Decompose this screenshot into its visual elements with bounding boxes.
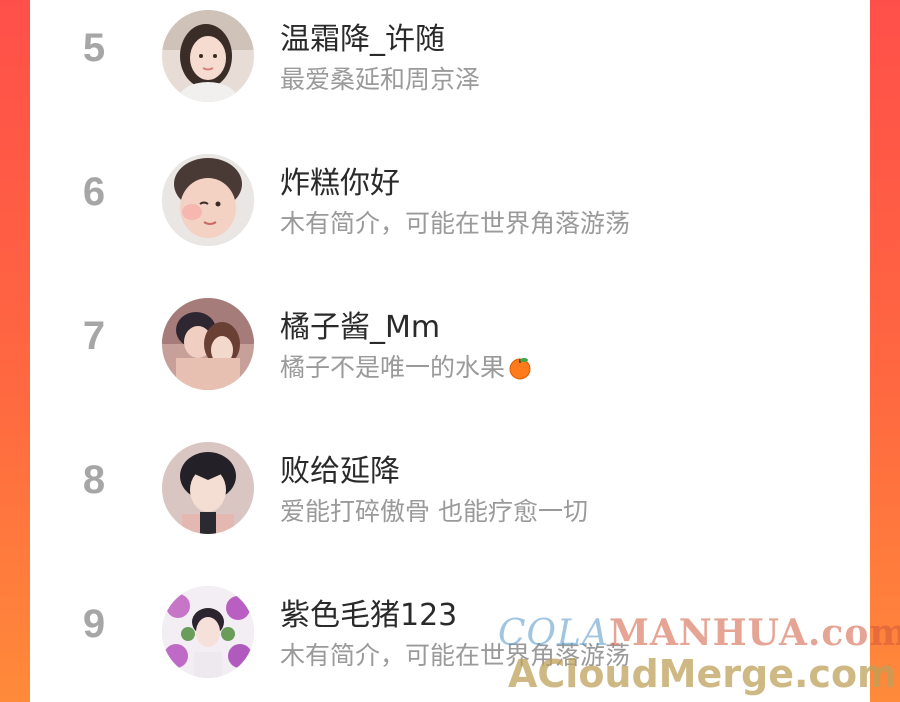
- watermark-part-a: COLA: [498, 613, 609, 654]
- watermark-part-b: MANHUA.com: [608, 612, 900, 654]
- watermark-colamanhua: COLAMANHUA.com: [498, 612, 900, 654]
- user-bio: 橘子不是唯一的水果: [280, 348, 533, 386]
- avatar[interactable]: [162, 586, 254, 678]
- list-item[interactable]: 7 橘子酱_Mm 橘子不是唯一的水果: [30, 288, 870, 390]
- rank-number: 5: [82, 26, 106, 70]
- rank-number: 6: [82, 170, 106, 214]
- user-name[interactable]: 紫色毛猪123: [280, 590, 457, 634]
- user-name[interactable]: 温霜降_许随: [280, 14, 445, 58]
- watermark-acloudmerge: ACloudMerge.com: [508, 652, 897, 696]
- avatar[interactable]: [162, 442, 254, 534]
- avatar[interactable]: [162, 10, 254, 102]
- list-item[interactable]: 8 败给延降 爱能打碎傲骨 也能疗愈一切: [30, 432, 870, 534]
- user-bio: 爱能打碎傲骨 也能疗愈一切: [280, 497, 588, 526]
- list-item[interactable]: 5 温霜降_许随 最爱桑延和周京泽: [30, 0, 870, 102]
- rank-number: 7: [82, 314, 106, 358]
- user-name[interactable]: 炸糕你好: [280, 158, 400, 202]
- orange-emoji-icon: [507, 354, 533, 386]
- list-item[interactable]: 6 炸糕你好 木有简介，可能在世界角落游荡: [30, 144, 870, 246]
- user-bio-text: 橘子不是唯一的水果: [280, 353, 506, 382]
- user-bio: 最爱桑延和周京泽: [280, 65, 481, 94]
- rank-number: 9: [82, 602, 106, 646]
- avatar[interactable]: [162, 154, 254, 246]
- rank-number: 8: [82, 458, 106, 502]
- user-bio: 木有简介，可能在世界角落游荡: [280, 209, 631, 238]
- leaderboard-panel: 5 温霜降_许随 最爱桑延和周京泽 6 炸糕你好 木有简介，可能在世界角落游荡 …: [30, 0, 870, 702]
- avatar[interactable]: [162, 298, 254, 390]
- user-name[interactable]: 橘子酱_Mm: [280, 302, 440, 346]
- user-name[interactable]: 败给延降: [280, 446, 400, 490]
